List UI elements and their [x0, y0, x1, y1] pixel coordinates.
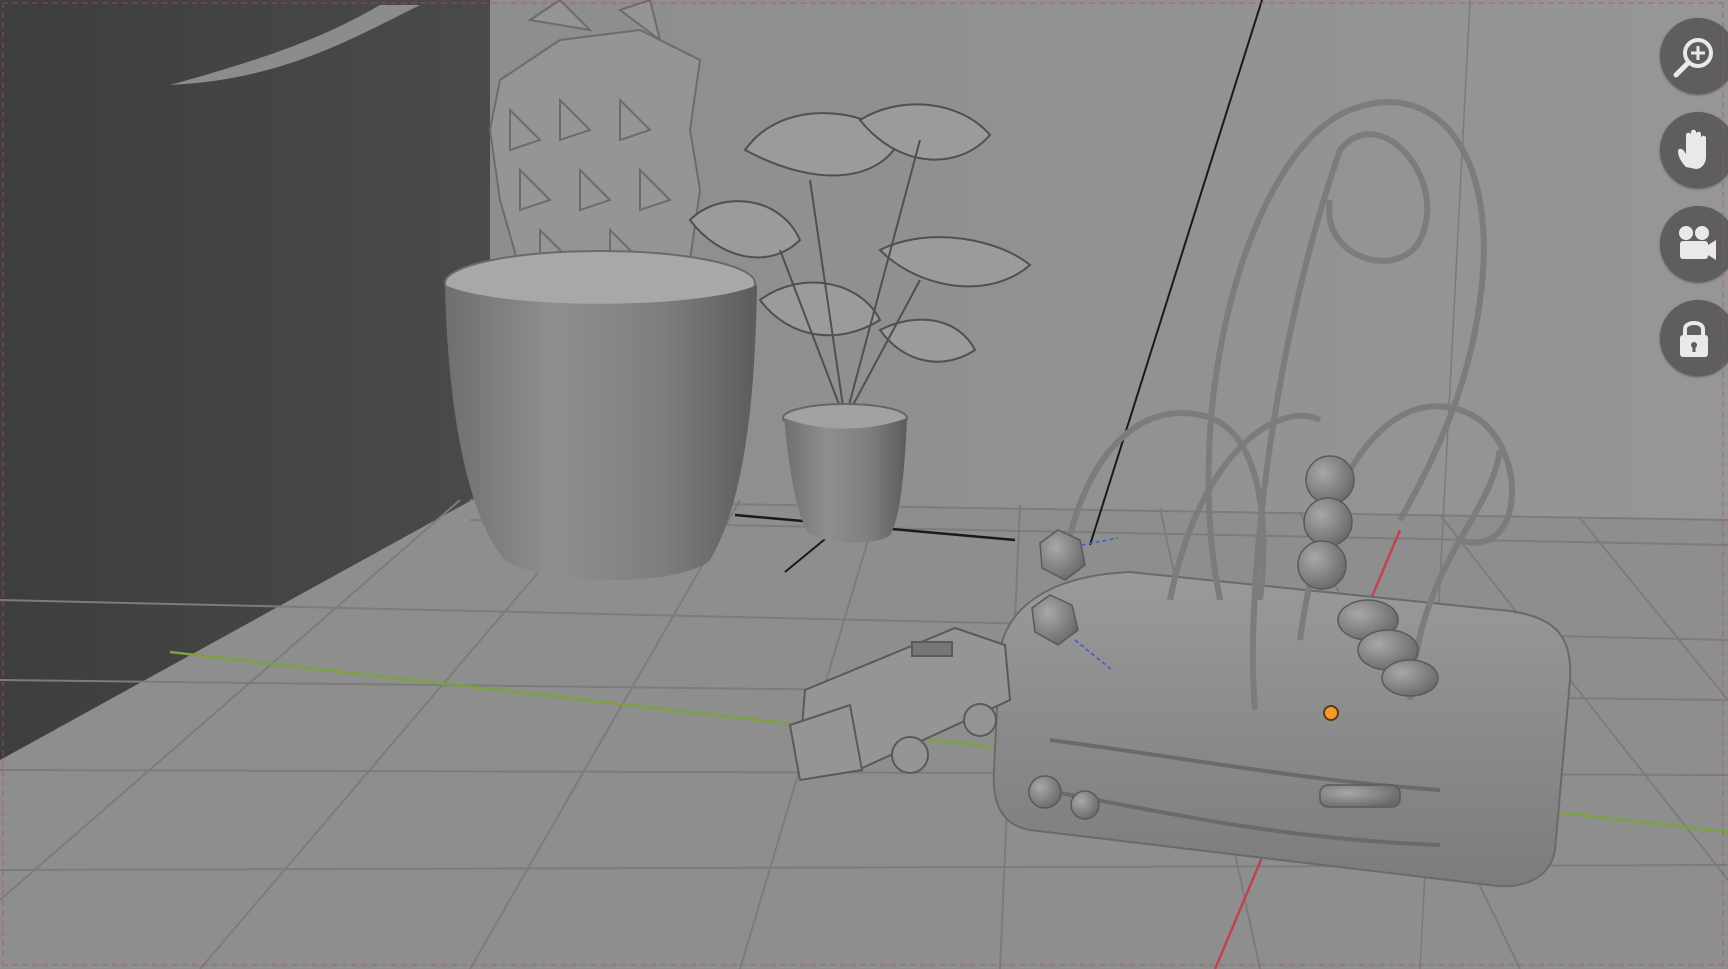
pan-button[interactable]: [1660, 112, 1728, 188]
zoom-icon: [1673, 38, 1713, 78]
object-origin-point: [1323, 705, 1339, 721]
3d-viewport[interactable]: [0, 0, 1728, 969]
camera-view-button[interactable]: [1660, 206, 1728, 282]
hand-icon: [1678, 129, 1706, 169]
scene-render: [0, 0, 1728, 969]
large-pot: [445, 285, 757, 580]
lock-icon: [1680, 321, 1708, 357]
camera-icon: [1679, 226, 1716, 260]
lock-camera-button[interactable]: [1660, 300, 1728, 376]
zoom-button[interactable]: [1660, 18, 1728, 94]
